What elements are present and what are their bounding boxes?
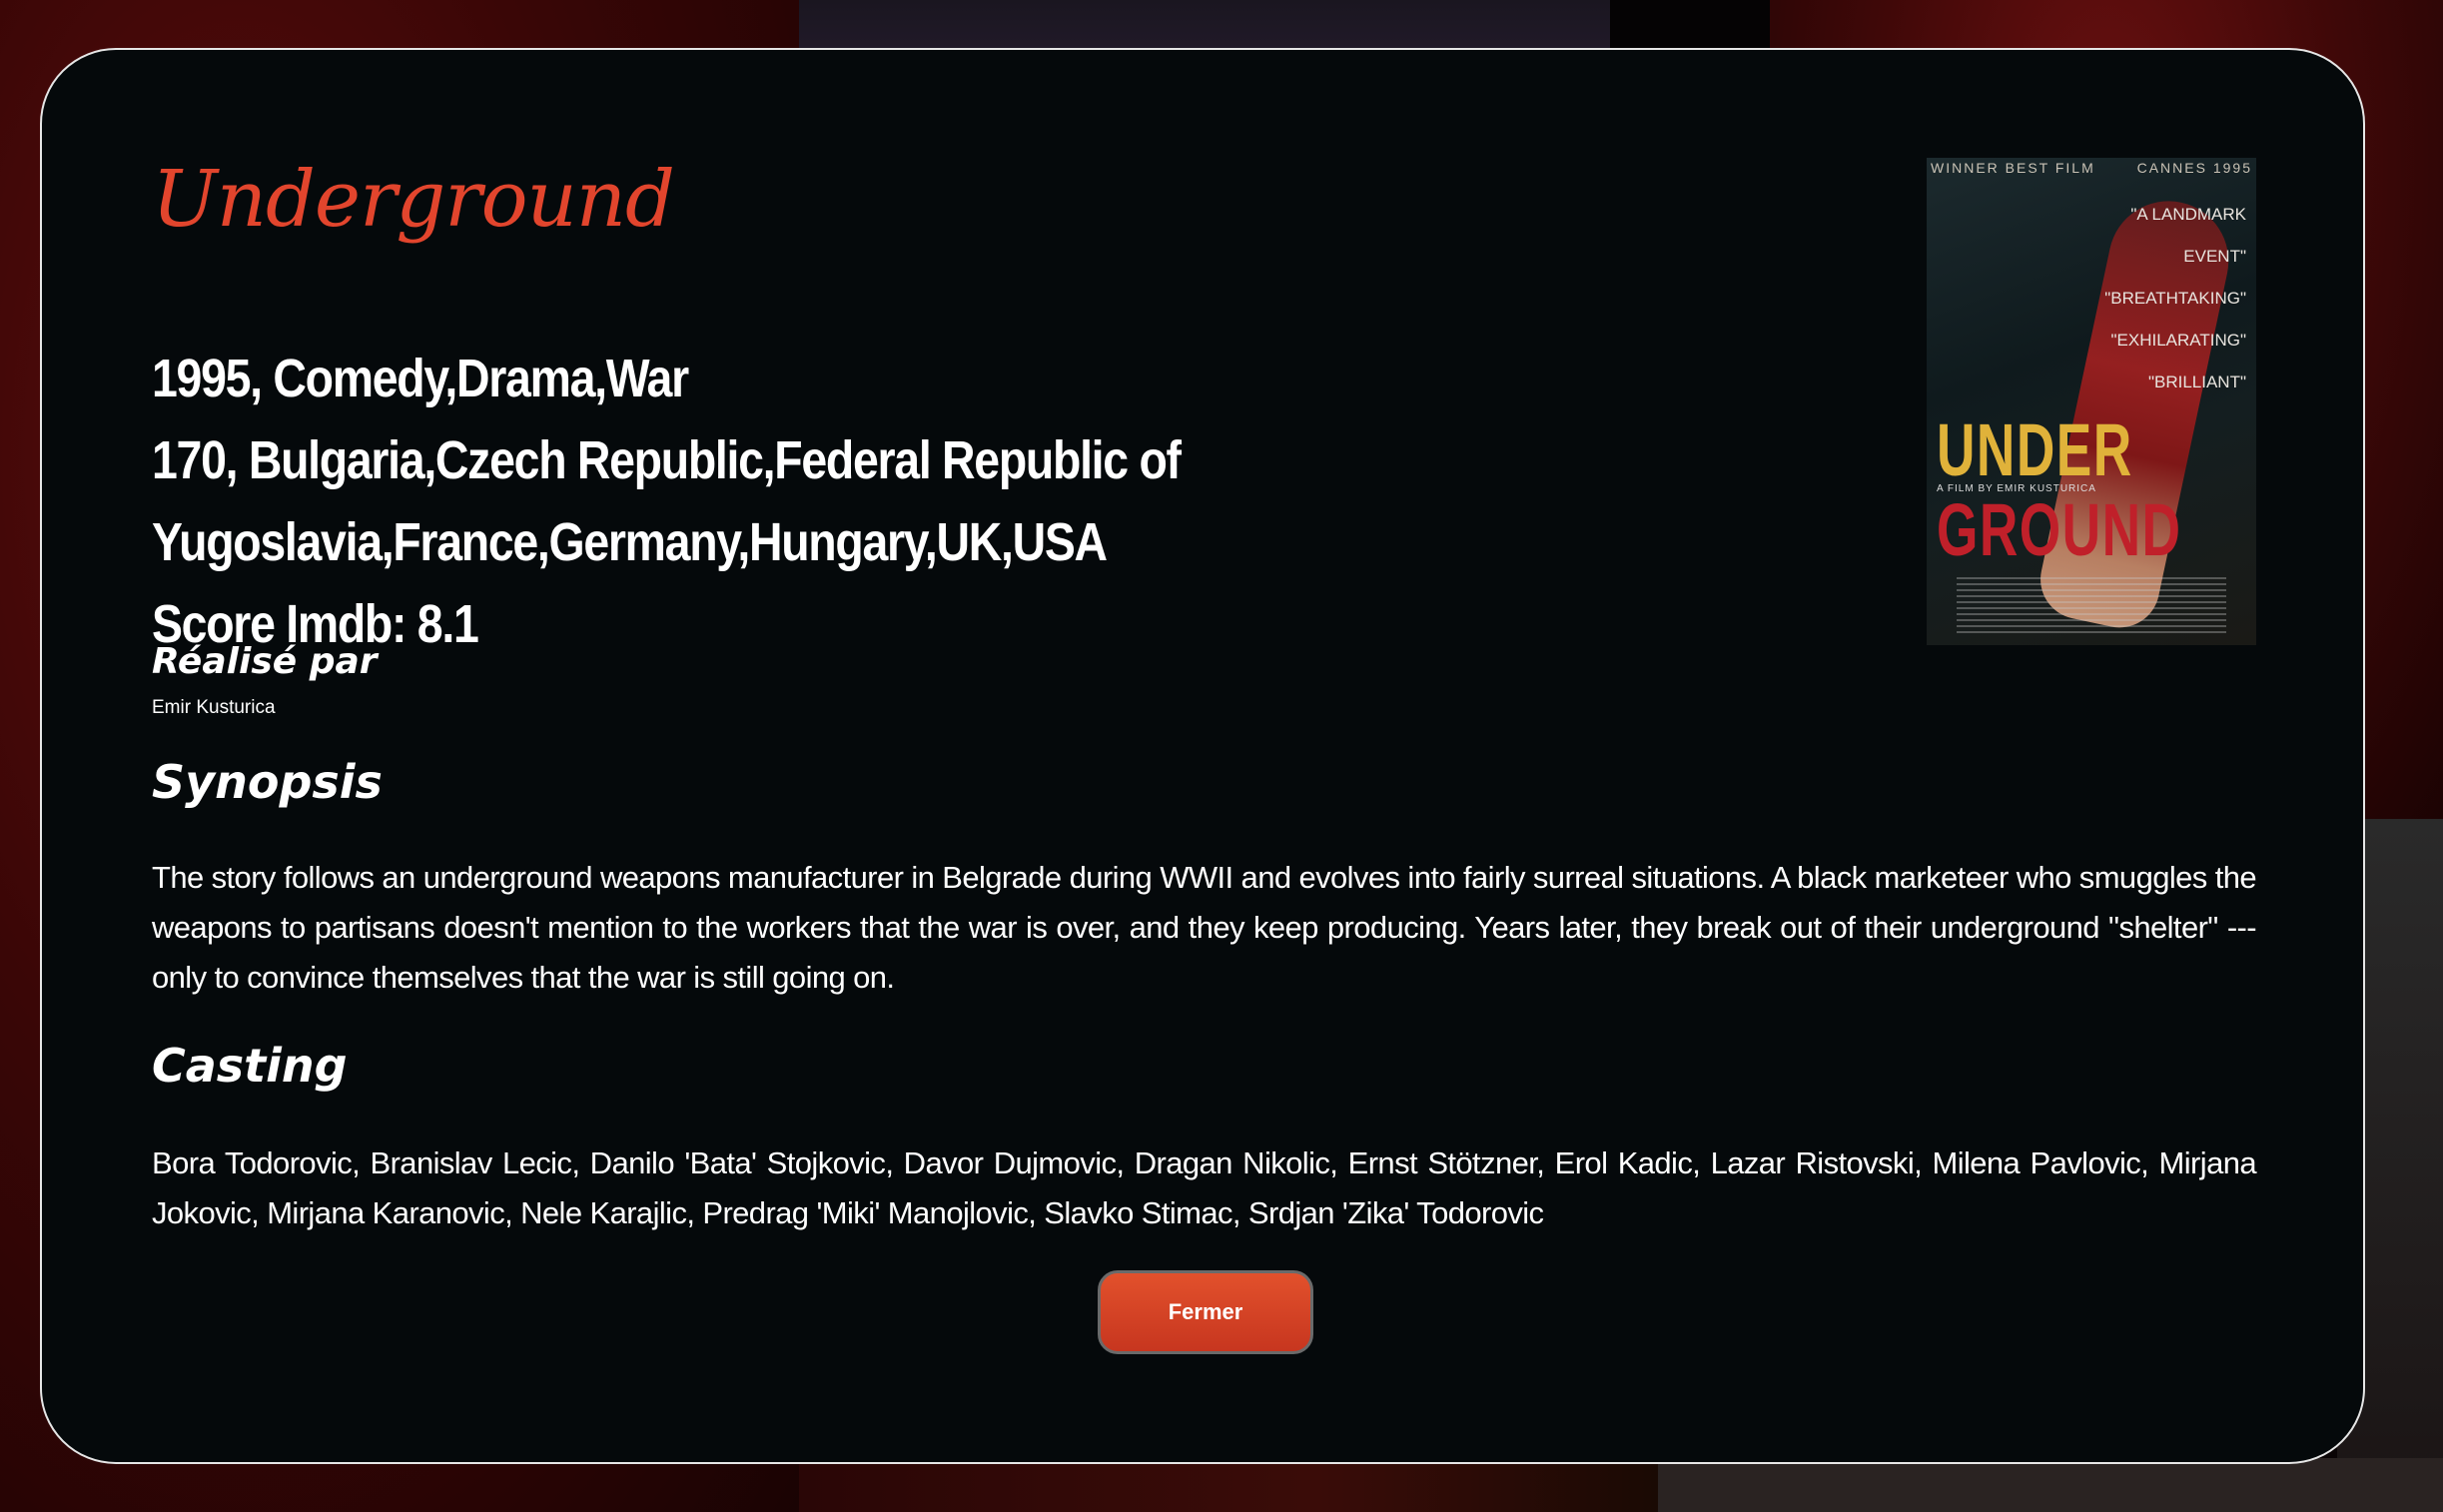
movie-title: Underground (152, 155, 675, 245)
duration-countries-continued: Yugoslavia,France,Germany,Hungary,UK,USA (152, 512, 1108, 572)
poster-quote: "EXHILARATING" (2110, 331, 2246, 350)
poster-festival: CANNES 1995 (2136, 160, 2252, 176)
director-name: Emir Kusturica (152, 697, 276, 718)
poster-title-word: GROUND (1937, 488, 2182, 571)
background-poster (799, 1458, 1658, 1512)
poster-award: WINNER BEST FILM (1931, 160, 2095, 176)
movie-poster: WINNER BEST FILM CANNES 1995 "A LANDMARK… (1927, 158, 2256, 645)
poster-quote: "BREATHTAKING" (2104, 289, 2246, 308)
close-button[interactable]: Fermer (1098, 1270, 1313, 1354)
poster-quotes: "A LANDMARK EVENT" "BREATHTAKING" "EXHIL… (2096, 194, 2246, 403)
director-heading: Réalisé par (152, 641, 378, 682)
poster-quote: "BRILLIANT" (2147, 373, 2246, 391)
synopsis-text: The story follows an underground weapons… (152, 860, 2257, 995)
casting-text: Bora Todorovic, Branislav Lecic, Danilo … (152, 1145, 2257, 1230)
movie-meta: 1995, Comedy,Drama,War 170, Bulgaria,Cze… (152, 338, 1183, 665)
poster-fine-print (1957, 577, 2226, 633)
casting-heading: Casting (152, 1039, 348, 1093)
year-genres: 1995, Comedy,Drama,War (152, 349, 689, 408)
movie-detail-modal: Underground 1995, Comedy,Drama,War 170, … (40, 48, 2365, 1464)
poster-header: WINNER BEST FILM CANNES 1995 (1931, 160, 2252, 176)
duration-countries: 170, Bulgaria,Czech Republic,Federal Rep… (152, 430, 1182, 490)
background-poster (1658, 1458, 2443, 1512)
poster-quote: "A LANDMARK EVENT" (2130, 205, 2246, 266)
synopsis-heading: Synopsis (152, 755, 383, 809)
poster-title-word: UNDER (1937, 408, 2133, 491)
